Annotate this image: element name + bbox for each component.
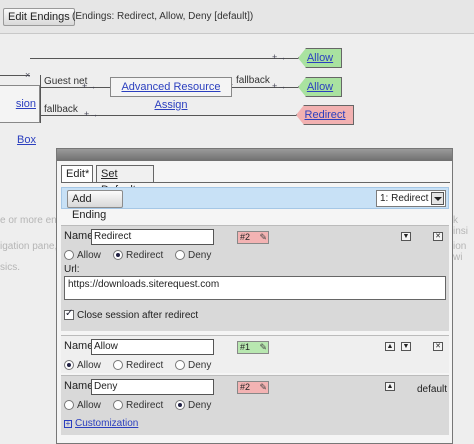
connector-line [40, 115, 296, 116]
radio-label: Deny [188, 400, 212, 411]
radio-label: Redirect [126, 400, 164, 411]
edge-label-fallback: fallback [236, 75, 270, 86]
ending-row-redirect: Name: Redirect #2 ✎ ▼ ✕ Allow Redirect De… [61, 225, 449, 331]
radio-label: Redirect [126, 250, 164, 261]
radio-deny[interactable]: Deny [175, 360, 211, 371]
close-icon[interactable]: ✕ [433, 232, 443, 241]
top-toolbar: Edit Endings (Endings: Redirect, Allow, … [0, 0, 474, 34]
session-box-node[interactable]: sion Box [0, 85, 40, 146]
tab-edit[interactable]: Edit* [61, 165, 93, 183]
radio-dot[interactable] [64, 400, 74, 410]
radio-deny[interactable]: Deny [175, 250, 211, 261]
ending-name-input[interactable]: Allow [91, 339, 214, 355]
priority-badge-text: #1 [240, 342, 251, 352]
radio-label: Allow [77, 250, 101, 261]
wand-icon[interactable]: ✎ [259, 232, 267, 243]
priority-badge[interactable]: #2 ✎ [237, 381, 269, 394]
ending-redirect-node[interactable]: Redirect [296, 105, 354, 125]
connector-line [40, 87, 110, 88]
priority-badge[interactable]: #1 ✎ [237, 341, 269, 354]
radio-allow[interactable]: Allow [64, 400, 101, 411]
up-arrow-icon[interactable]: ▲ [385, 342, 395, 351]
connector-x-icon[interactable]: × [25, 70, 30, 80]
radio-allow[interactable]: Allow [64, 360, 101, 371]
close-icon[interactable]: ✕ [433, 342, 443, 351]
divider [61, 182, 450, 183]
endings-editor-panel: Edit* Set Default Add Ending 1: Redirect… [56, 148, 453, 444]
url-label: Url: [64, 264, 80, 275]
priority-badge-text: #2 [240, 382, 251, 392]
radio-dot[interactable] [175, 250, 185, 260]
radio-dot[interactable] [113, 250, 123, 260]
connector-arrow-icon: +→ [272, 52, 287, 62]
connector-line [232, 87, 298, 88]
radio-dot[interactable] [113, 360, 123, 370]
connector-arrow-icon: +→ [84, 109, 99, 119]
ending-name-input[interactable]: Deny [91, 379, 214, 395]
bg-text: e or more end [0, 215, 63, 226]
down-arrow-icon[interactable]: ▼ [401, 342, 411, 351]
down-arrow-icon[interactable]: ▼ [401, 232, 411, 241]
default-label: default [417, 384, 448, 395]
ending-name-input[interactable]: Redirect [91, 229, 214, 245]
connector-arrow-icon: +→ [272, 81, 287, 91]
ending-row-deny: Name: Deny #2 ✎ ▲ default Allow Redirect … [61, 375, 449, 435]
radio-label: Redirect [126, 360, 164, 371]
radio-dot[interactable] [113, 400, 123, 410]
ending-select[interactable]: 1: Redirect [376, 190, 446, 207]
customization-link[interactable]: + Customization [64, 418, 138, 429]
radio-dot[interactable] [175, 360, 185, 370]
plus-icon[interactable]: + [64, 420, 72, 428]
priority-badge[interactable]: #2 ✎ [237, 231, 269, 244]
edge-label-fallback: fallback [44, 104, 78, 115]
dropdown-arrow-icon[interactable] [431, 192, 444, 205]
radio-allow[interactable]: Allow [64, 250, 101, 261]
priority-badge-text: #2 [240, 232, 251, 242]
ending-row-allow: Name: Allow #1 ✎ ▲ ▼ ✕ Allow Redirect Den… [61, 335, 449, 373]
radio-deny[interactable]: Deny [175, 400, 211, 411]
bg-text: k insi [453, 215, 469, 237]
tab-set-default[interactable]: Set Default [96, 165, 154, 196]
panel-toolbar: Add Ending 1: Redirect [61, 187, 449, 221]
radio-redirect[interactable]: Redirect [113, 360, 163, 371]
radio-label: Allow [77, 360, 101, 371]
radio-redirect[interactable]: Redirect [113, 400, 163, 411]
checkbox-box[interactable] [64, 308, 74, 320]
bg-text: ion wi [453, 241, 467, 263]
up-arrow-icon[interactable]: ▲ [385, 382, 395, 391]
customization-label: Customization [75, 418, 139, 429]
checkbox-label: Close session after redirect [77, 310, 199, 321]
radio-label: Allow [77, 400, 101, 411]
radio-label: Deny [188, 250, 212, 261]
bg-text: sics. [0, 262, 20, 273]
close-session-checkbox[interactable]: Close session after redirect [64, 308, 199, 321]
ending-allow-node[interactable]: Allow [298, 48, 342, 68]
bg-text: igation pane, [0, 241, 58, 252]
edge-label-guest: Guest net [44, 76, 88, 87]
radio-dot[interactable] [175, 400, 185, 410]
endings-summary: (Endings: Redirect, Allow, Deny [default… [72, 11, 254, 22]
ending-select-value: 1: Redirect [380, 193, 429, 204]
radio-dot[interactable] [64, 360, 74, 370]
wand-icon[interactable]: ✎ [259, 382, 267, 393]
connector-line [30, 58, 298, 59]
ending-allow-node[interactable]: Allow [298, 77, 342, 97]
radio-label: Deny [188, 360, 212, 371]
radio-redirect[interactable]: Redirect [113, 250, 163, 261]
add-ending-button[interactable]: Add Ending [67, 190, 123, 221]
radio-dot[interactable] [64, 250, 74, 260]
advanced-resource-assign-node[interactable]: Advanced Resource Assign [110, 77, 232, 111]
panel-title-bar[interactable] [57, 149, 452, 161]
edit-endings-button[interactable]: Edit Endings [3, 8, 75, 26]
url-input[interactable]: https://downloads.siterequest.com [64, 276, 446, 300]
wand-icon[interactable]: ✎ [259, 342, 267, 353]
